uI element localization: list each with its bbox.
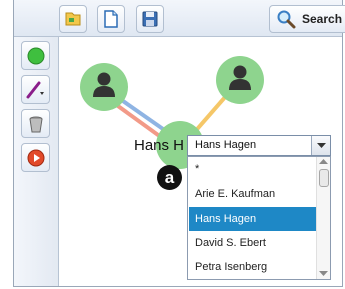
graph-node[interactable] bbox=[80, 63, 128, 111]
scroll-down-icon bbox=[319, 271, 328, 276]
name-combobox[interactable]: Hans Hagen bbox=[187, 135, 331, 156]
node-label: Hans H bbox=[134, 137, 185, 154]
dropdown-option-selected[interactable]: Hans Hagen bbox=[189, 207, 318, 231]
combobox-value: Hans Hagen bbox=[195, 139, 257, 151]
scroll-up-icon bbox=[319, 159, 328, 164]
graph-node[interactable] bbox=[216, 56, 264, 104]
dropdown-option[interactable]: * bbox=[189, 157, 318, 181]
dropdown-option[interactable]: Petra Isenberg bbox=[189, 255, 318, 279]
scroll-thumb[interactable] bbox=[319, 169, 329, 187]
annotation-badge: a bbox=[157, 165, 182, 190]
dropdown-option[interactable]: David S. Ebert bbox=[189, 231, 318, 255]
dropdown-scrollbar[interactable] bbox=[316, 157, 330, 279]
combobox-dropdown: * Arie E. Kaufman Hans Hagen David S. Eb… bbox=[187, 156, 331, 280]
dropdown-option[interactable]: Arie E. Kaufman bbox=[189, 182, 318, 206]
chevron-down-icon bbox=[316, 142, 326, 148]
combobox-toggle[interactable] bbox=[311, 136, 330, 155]
